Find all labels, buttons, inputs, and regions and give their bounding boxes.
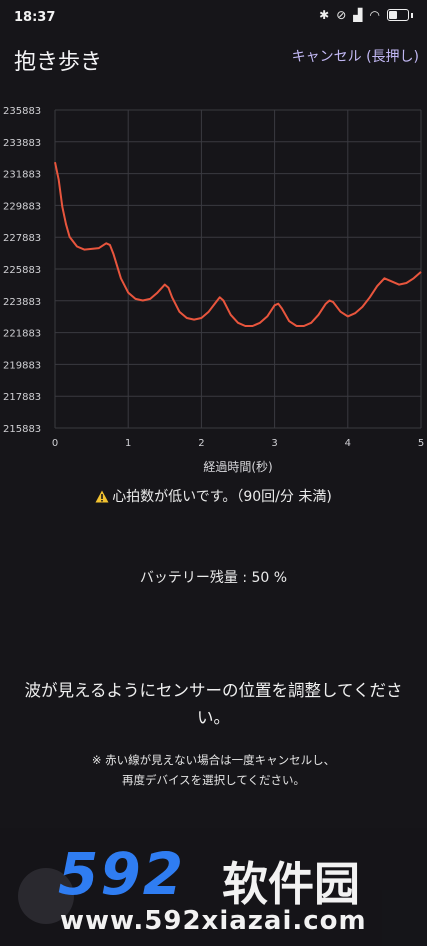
cancel-button[interactable]: キャンセル (長押し): [292, 46, 419, 66]
y-tick-label: 223883: [3, 297, 41, 308]
x-tick-label: 2: [198, 438, 204, 449]
y-tick-label: 215883: [3, 424, 41, 435]
status-bar: 18:37 ✱ ⊘ ▟ ◠: [0, 0, 427, 34]
y-tick-label: 221883: [3, 329, 41, 340]
y-tick-label: 235883: [3, 106, 41, 117]
y-tick-label: 219883: [3, 360, 41, 371]
y-tick-label: 217883: [3, 392, 41, 403]
bluetooth-icon: ✱: [319, 8, 330, 22]
warning-text: 心拍数が低いです。（90回/分 未満): [112, 489, 332, 505]
series-line: [54, 161, 422, 327]
y-tick-label: 225883: [3, 265, 41, 276]
mute-icon: ⊘: [336, 8, 347, 22]
x-axis-labels: 0 1 2 3 4 5: [52, 438, 424, 449]
warning-icon: [95, 490, 109, 503]
header: 抱き歩き キャンセル (長押し): [0, 34, 427, 80]
note-line-1: ※ 赤い線が見えない場合は一度キャンセルし、: [91, 753, 336, 767]
x-tick-label: 1: [125, 438, 131, 449]
y-tick-label: 229883: [3, 201, 41, 212]
y-tick-label: 233883: [3, 138, 41, 149]
x-axis-title: 経過時間(秒): [203, 460, 272, 474]
note-line-2: 再度デバイスを選択してください。: [122, 773, 305, 787]
watermark-brand: 592: [58, 840, 186, 908]
y-tick-label: 227883: [3, 233, 41, 244]
battery-tip: [411, 12, 413, 18]
watermark-url: www.592xiazai.com: [60, 906, 367, 936]
x-tick-label: 4: [345, 438, 351, 449]
battery-icon: [387, 9, 409, 21]
watermark-brand-cn: 软件园: [222, 857, 360, 911]
note-text: ※ 赤い線が見えない場合は一度キャンセルし、 再度デバイスを選択してください。: [30, 750, 397, 790]
status-time: 18:37: [14, 10, 56, 25]
warning-message: 心拍数が低いです。（90回/分 未満): [0, 486, 427, 506]
instruction-text: 波が見えるようにセンサーの位置を調整してください。: [24, 681, 403, 727]
x-tick-label: 5: [418, 438, 424, 449]
y-axis-labels: 215883 217883 219883 221883 223883 225883 2278…: [3, 106, 41, 435]
x-tick-label: 3: [271, 438, 277, 449]
battery-level: バッテリー残量 : 50 %: [139, 570, 288, 586]
wifi-icon: ◠: [369, 8, 380, 22]
y-tick-label: 231883: [3, 170, 41, 181]
status-icons: ✱ ⊘ ▟ ◠: [319, 8, 413, 22]
x-tick-label: 0: [52, 438, 58, 449]
heart-rate-chart: 215883 217883 219883 221883 223883 225883 2278…: [3, 106, 424, 474]
page-title: 抱き歩き: [14, 50, 103, 75]
chart-grid: [54, 109, 422, 429]
signal-icon: ▟: [353, 8, 363, 22]
